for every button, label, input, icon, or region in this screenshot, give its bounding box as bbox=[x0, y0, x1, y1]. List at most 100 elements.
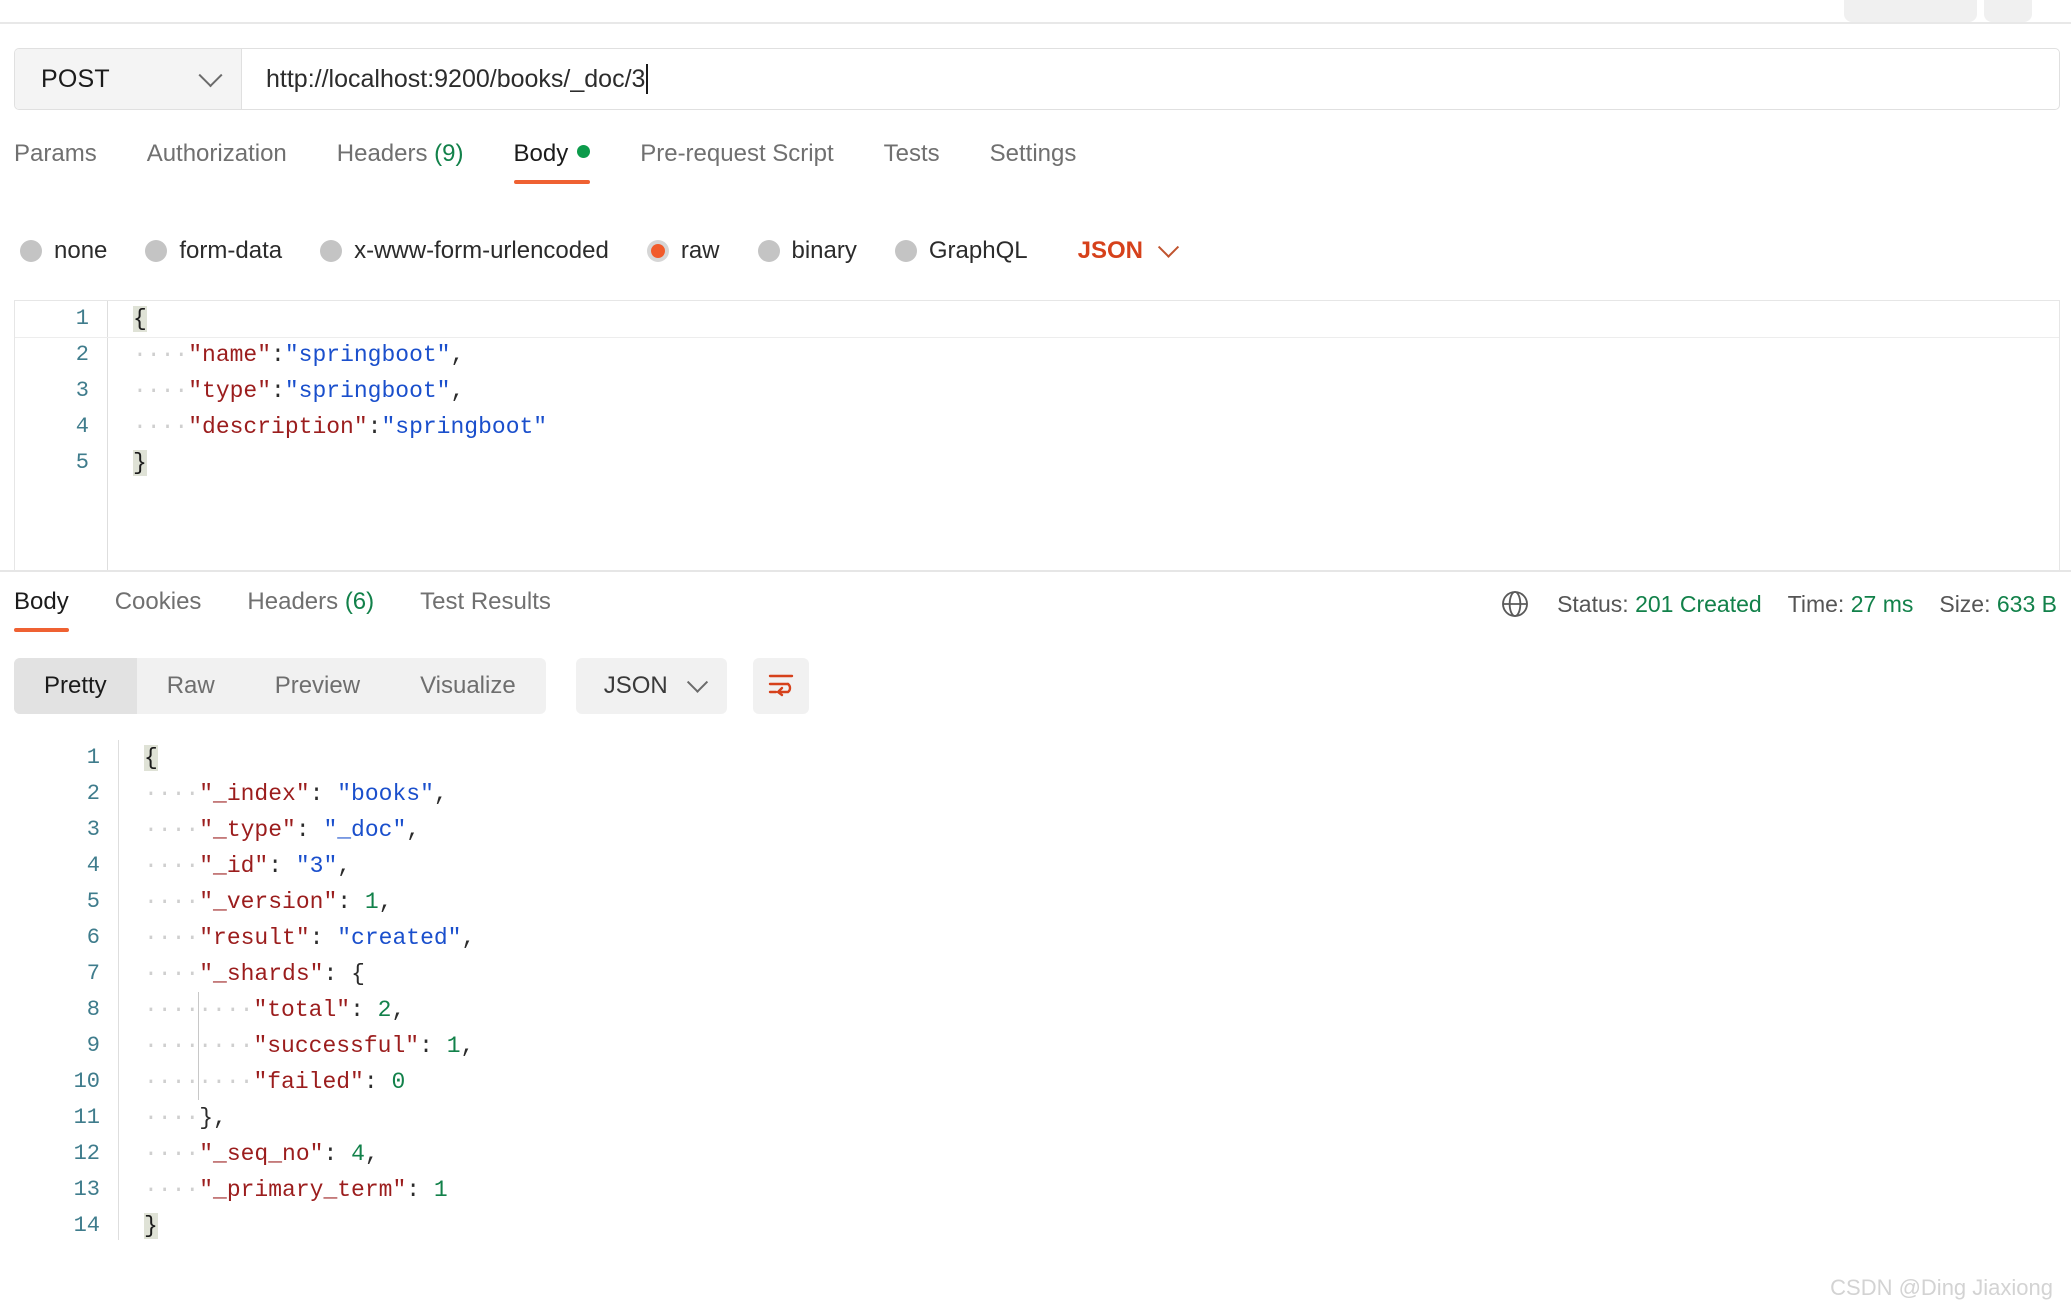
status-value: 201 Created bbox=[1635, 590, 1762, 617]
tab-label: Cookies bbox=[114, 588, 202, 615]
code-line: 2 ····"_index": "books", bbox=[0, 776, 2071, 812]
tab-tests[interactable]: Tests bbox=[884, 140, 940, 184]
view-label: Raw bbox=[166, 672, 215, 699]
view-label: Pretty bbox=[44, 672, 107, 699]
tab-params[interactable]: Params bbox=[14, 140, 97, 184]
tab-label: Params bbox=[14, 140, 97, 167]
line-content: ········"failed": 0 bbox=[126, 1064, 405, 1100]
line-number: 5 bbox=[86, 889, 100, 914]
tab-label: Headers bbox=[247, 588, 339, 615]
code-line: 14 } bbox=[0, 1208, 2071, 1240]
code-line: 6 ····"result": "created", bbox=[0, 920, 2071, 956]
view-pretty[interactable]: Pretty bbox=[14, 658, 137, 714]
line-number: 10 bbox=[73, 1069, 100, 1094]
response-tab-cookies[interactable]: Cookies bbox=[115, 588, 202, 632]
wrap-text-button[interactable] bbox=[752, 658, 809, 714]
tab-body[interactable]: Body bbox=[513, 140, 591, 184]
tab-label: Tests bbox=[883, 140, 940, 167]
line-number: 3 bbox=[86, 817, 100, 842]
response-headers-count-badge: (6) bbox=[344, 588, 375, 615]
response-tab-headers[interactable]: Headers (6) bbox=[247, 588, 374, 632]
line-number: 1 bbox=[86, 745, 100, 770]
body-present-dot-icon bbox=[577, 145, 591, 158]
tab-label: Body bbox=[14, 588, 69, 615]
tab-settings[interactable]: Settings bbox=[990, 140, 1077, 184]
size-badge[interactable]: Size: 633 B bbox=[1939, 591, 2057, 618]
view-label: Visualize bbox=[420, 672, 516, 699]
line-content: ····"_shards": { bbox=[144, 961, 365, 987]
response-format-select[interactable]: JSON bbox=[575, 658, 727, 714]
line-content: ····"_index": "books", bbox=[144, 781, 448, 807]
line-content: ····"_primary_term": 1 bbox=[144, 1177, 448, 1203]
body-mode-form-data[interactable]: form-data bbox=[145, 237, 282, 265]
url-input[interactable]: http://localhost:9200/books/_doc/3 bbox=[242, 49, 2059, 109]
headers-count-badge: (9) bbox=[434, 140, 464, 167]
text-caret bbox=[646, 64, 649, 94]
response-meta: Status: 201 Created Time: 27 ms Size: 63… bbox=[1499, 588, 2057, 620]
body-mode-binary[interactable]: binary bbox=[757, 237, 857, 265]
line-number: 9 bbox=[86, 1033, 100, 1058]
view-label: Preview bbox=[274, 672, 361, 699]
response-body-viewer[interactable]: 1 { 2 ····"_index": "books", 3 ····"_typ… bbox=[0, 740, 2071, 1240]
tab-headers[interactable]: Headers (9) bbox=[337, 140, 464, 184]
response-tab-body[interactable]: Body bbox=[14, 588, 69, 632]
body-mode-radio-group: none form-data x-www-form-urlencoded raw… bbox=[20, 228, 1180, 274]
line-number: 4 bbox=[75, 414, 89, 439]
view-preview[interactable]: Preview bbox=[245, 658, 390, 714]
url-text: http://localhost:9200/books/_doc/3 bbox=[266, 64, 646, 93]
line-content: ····"_version": 1, bbox=[144, 889, 393, 915]
body-mode-none[interactable]: none bbox=[20, 237, 107, 265]
line-content: ····"_type": "_doc", bbox=[144, 817, 421, 843]
code-line: 3 ····"_type": "_doc", bbox=[0, 812, 2071, 848]
line-content: ····"_id": "3", bbox=[144, 853, 352, 879]
editor-gutter-divider bbox=[118, 740, 119, 1240]
radio-icon bbox=[145, 240, 168, 262]
editor-gutter-divider bbox=[107, 301, 108, 570]
line-number: 5 bbox=[75, 450, 89, 475]
line-content: } bbox=[144, 1213, 158, 1239]
active-line-underline bbox=[15, 337, 2059, 338]
chevron-down-icon bbox=[686, 671, 708, 693]
header-divider bbox=[0, 22, 2071, 24]
body-mode-label: raw bbox=[680, 237, 720, 264]
status-label: Status: bbox=[1557, 590, 1629, 617]
time-label: Time: bbox=[1787, 590, 1845, 617]
tab-label: Settings bbox=[989, 140, 1077, 167]
globe-icon bbox=[1499, 588, 1531, 620]
request-body-editor[interactable]: 1 { 2 ····"name":"springboot", 3 ····"ty… bbox=[14, 300, 2060, 570]
view-raw[interactable]: Raw bbox=[137, 658, 245, 714]
line-number: 7 bbox=[86, 961, 100, 986]
code-line: 3 ····"type":"springboot", bbox=[15, 373, 2059, 409]
tab-pre-request-script[interactable]: Pre-request Script bbox=[640, 140, 833, 184]
watermark: CSDN @Ding Jiaxiong bbox=[1830, 1275, 2053, 1300]
line-number: 8 bbox=[86, 997, 100, 1022]
response-format-label: JSON bbox=[603, 672, 668, 699]
response-tab-bar: Body Cookies Headers (6) Test Results bbox=[14, 588, 597, 632]
code-line: 1 { bbox=[0, 740, 2071, 776]
line-content: ····"type":"springboot", bbox=[133, 378, 465, 404]
size-value: 633 B bbox=[1996, 590, 2057, 617]
line-number: 14 bbox=[73, 1213, 100, 1238]
line-number: 3 bbox=[75, 378, 89, 403]
response-tab-test-results[interactable]: Test Results bbox=[420, 588, 551, 632]
chrome-pill-right[interactable] bbox=[1984, 0, 2032, 22]
code-line: 9 ········"successful": 1, bbox=[0, 1028, 2071, 1064]
code-line: 10 ········"failed": 0 bbox=[0, 1064, 2071, 1100]
body-mode-x-www-form-urlencoded[interactable]: x-www-form-urlencoded bbox=[320, 237, 609, 265]
body-mode-graphql[interactable]: GraphQL bbox=[894, 237, 1028, 265]
http-method-select[interactable]: POST bbox=[15, 49, 242, 109]
body-mode-label: form-data bbox=[179, 237, 283, 264]
status-badge[interactable]: Status: 201 Created bbox=[1557, 591, 1762, 618]
body-mode-raw[interactable]: raw bbox=[646, 237, 720, 265]
tab-label: Headers bbox=[336, 140, 428, 167]
line-number: 11 bbox=[73, 1105, 100, 1130]
raw-format-select[interactable]: JSON bbox=[1078, 236, 1180, 265]
time-badge[interactable]: Time: 27 ms bbox=[1788, 591, 1914, 618]
view-visualize[interactable]: Visualize bbox=[390, 658, 546, 714]
line-number: 13 bbox=[73, 1177, 100, 1202]
line-content: ····"name":"springboot", bbox=[133, 342, 465, 368]
tab-authorization[interactable]: Authorization bbox=[147, 140, 287, 184]
line-content: ········"total": 2, bbox=[126, 992, 405, 1028]
radio-icon bbox=[320, 240, 343, 262]
chrome-pill-left[interactable] bbox=[1844, 0, 1977, 22]
